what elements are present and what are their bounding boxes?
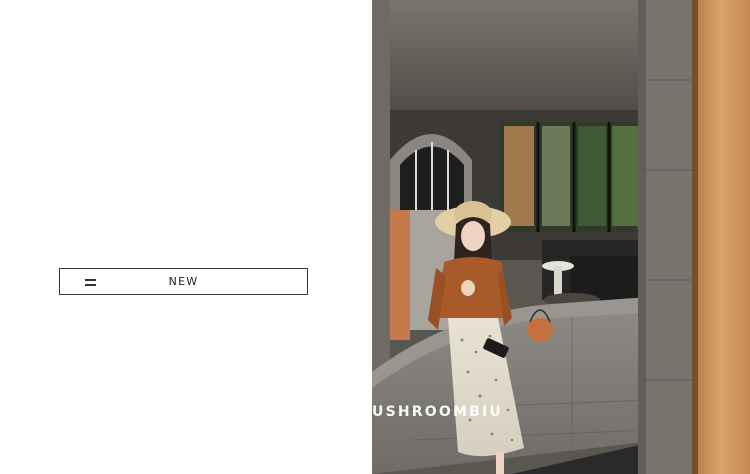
product-photo: USHROOMBIU <box>372 0 750 474</box>
new-menu-button[interactable]: NEW <box>59 268 308 295</box>
brand-watermark: USHROOMBIU <box>372 404 503 420</box>
left-panel: NEW <box>0 0 372 474</box>
photo-illustration <box>372 0 750 474</box>
new-label: NEW <box>168 275 199 288</box>
